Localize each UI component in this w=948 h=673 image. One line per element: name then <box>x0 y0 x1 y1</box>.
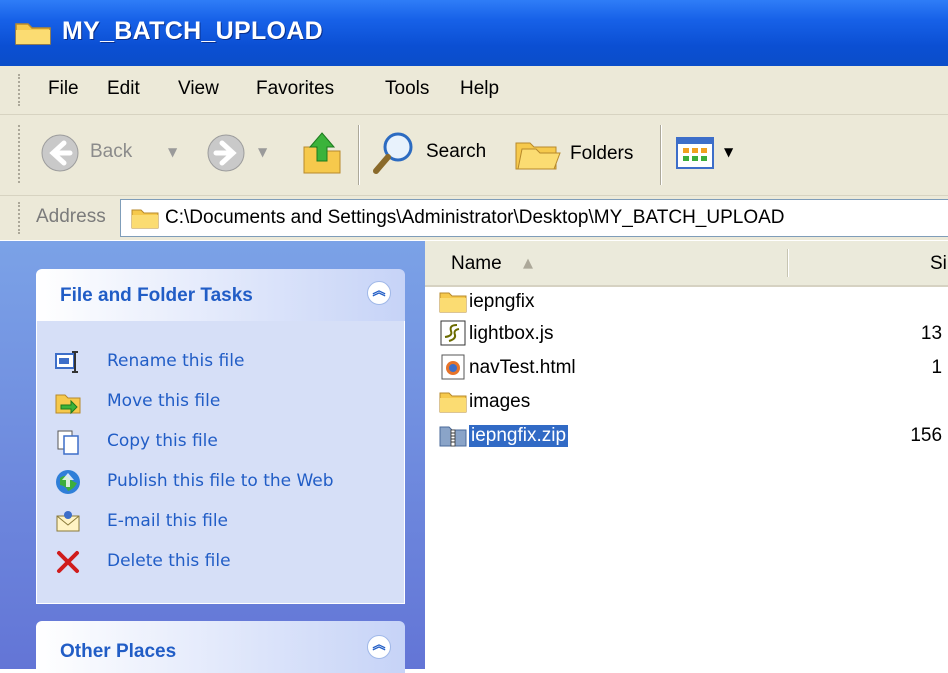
file-name: images <box>469 391 531 412</box>
folders-button[interactable]: Folders <box>514 133 644 177</box>
panel-header[interactable]: Other Places ︽ <box>36 621 405 673</box>
column-header: Name ▲ Si <box>425 241 948 287</box>
search-icon <box>370 129 418 182</box>
search-label: Search <box>426 141 487 162</box>
panel-header[interactable]: File and Folder Tasks ︽ <box>36 269 405 321</box>
script-file-icon <box>439 319 467 347</box>
globe-icon <box>55 469 81 495</box>
file-row[interactable]: images <box>439 387 948 417</box>
address-label: Address <box>36 206 106 227</box>
views-button[interactable]: ▼ <box>676 133 746 173</box>
column-size[interactable]: Si <box>930 253 947 275</box>
file-name: iepngfix.zip <box>467 424 570 448</box>
folder-icon <box>439 387 467 415</box>
file-size: 1 K <box>931 357 948 378</box>
file-size: 13 K <box>920 323 948 344</box>
file-name: lightbox.js <box>469 323 554 344</box>
file-folder-tasks-panel: File and Folder Tasks ︽ Rename this file… <box>36 269 405 604</box>
collapse-icon[interactable]: ︽ <box>367 281 391 305</box>
copy-icon <box>55 429 81 455</box>
email-icon <box>55 509 81 535</box>
collapse-icon[interactable]: ︽ <box>367 635 391 659</box>
menu-help[interactable]: Help <box>460 78 499 100</box>
address-grip[interactable] <box>18 202 23 234</box>
other-places-panel: Other Places ︽ <box>36 621 405 673</box>
zip-file-icon <box>439 421 467 449</box>
folder-icon <box>14 20 54 51</box>
folders-label: Folders <box>570 143 634 164</box>
menu-edit[interactable]: Edit <box>107 78 140 100</box>
file-size: 156 K <box>910 425 948 446</box>
menu-file[interactable]: File <box>48 78 79 100</box>
move-icon <box>55 389 81 415</box>
task-label: E-mail this file <box>107 511 229 531</box>
toolbar-separator <box>660 125 662 185</box>
file-name: navTest.html <box>469 357 576 378</box>
file-row[interactable]: iepngfix <box>439 287 948 317</box>
menu-view[interactable]: View <box>178 78 219 100</box>
column-name[interactable]: Name <box>451 253 502 275</box>
back-arrow-icon <box>40 133 80 178</box>
task-label: Copy this file <box>107 431 218 451</box>
folder-icon <box>439 287 467 315</box>
sort-ascending-icon: ▲ <box>523 256 533 271</box>
task-pane: File and Folder Tasks ︽ Rename this file… <box>0 241 425 673</box>
toolbar-grip[interactable] <box>18 125 23 183</box>
menu-favorites[interactable]: Favorites <box>256 78 334 100</box>
title-bar: MY_BATCH_UPLOAD <box>0 0 948 66</box>
panel-body: Rename this file Move this file Copy thi… <box>36 321 405 604</box>
file-row[interactable]: lightbox.js 13 K <box>439 319 948 349</box>
delete-icon <box>55 549 81 575</box>
panel-title: File and Folder Tasks <box>60 285 253 306</box>
address-bar: Address C:\Documents and Settings\Admini… <box>0 196 948 240</box>
menu-bar: File Edit View Favorites Tools Help <box>0 66 948 115</box>
folder-icon <box>131 207 159 234</box>
menu-grip[interactable] <box>18 74 23 106</box>
back-button[interactable]: Back ▼ <box>40 133 190 173</box>
rename-icon <box>55 349 81 375</box>
task-label: Publish this file to the Web <box>107 471 334 491</box>
forward-button[interactable]: ▼ <box>206 133 276 173</box>
forward-arrow-icon <box>206 133 246 178</box>
window-title: MY_BATCH_UPLOAD <box>62 17 323 45</box>
task-label: Delete this file <box>107 551 231 571</box>
file-name: iepngfix <box>469 291 535 312</box>
address-path: C:\Documents and Settings\Administrator\… <box>165 207 785 228</box>
panel-title: Other Places <box>60 641 177 662</box>
column-divider[interactable] <box>787 249 789 277</box>
search-button[interactable]: Search <box>370 129 500 177</box>
chevron-down-icon: ▼ <box>724 145 734 159</box>
views-icon <box>676 137 714 174</box>
file-row-selected[interactable]: iepngfix.zip 156 K <box>439 421 948 451</box>
back-label: Back <box>90 141 133 162</box>
task-label: Move this file <box>107 391 221 411</box>
file-row[interactable]: navTest.html 1 K <box>439 353 948 383</box>
chevron-down-icon: ▼ <box>168 145 178 159</box>
task-label: Rename this file <box>107 351 245 371</box>
toolbar: Back ▼ ▼ Search Folders ▼ <box>0 115 948 196</box>
file-list-pane: Name ▲ Si iepngfix lightbox.js 13 K navT… <box>425 241 948 669</box>
up-folder-icon[interactable] <box>300 127 346 182</box>
address-input[interactable]: C:\Documents and Settings\Administrator\… <box>120 199 948 237</box>
html-file-icon <box>439 353 467 381</box>
folders-icon <box>514 133 562 178</box>
chevron-down-icon: ▼ <box>258 145 268 159</box>
menu-tools[interactable]: Tools <box>385 78 429 100</box>
toolbar-separator <box>358 125 360 185</box>
